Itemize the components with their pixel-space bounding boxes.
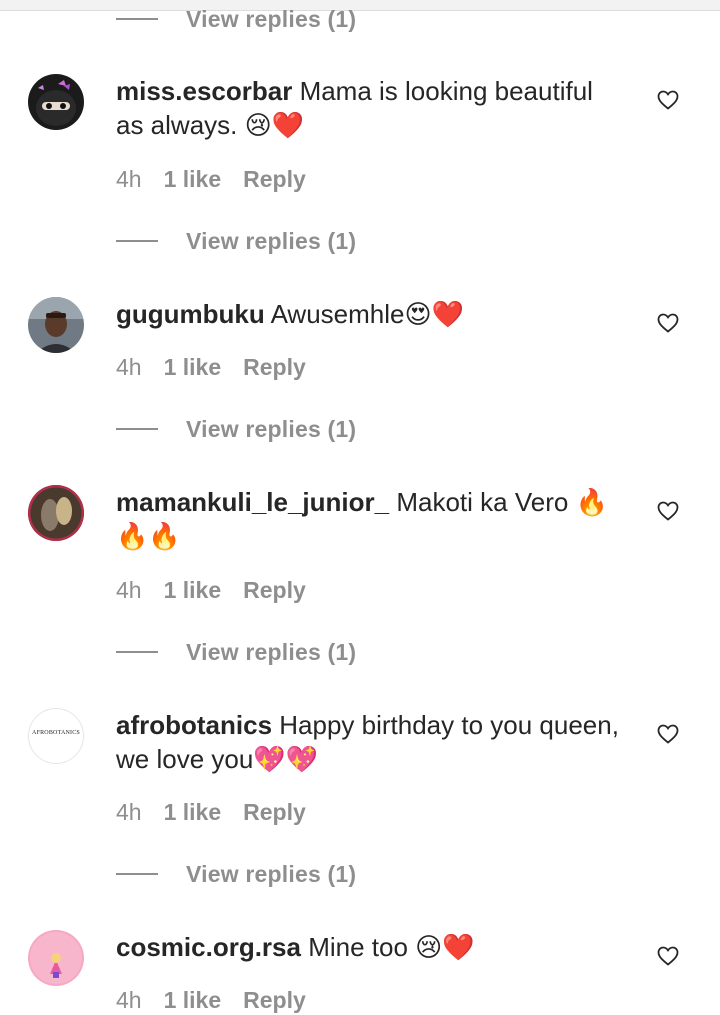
comment-meta: 4h 1 like Reply (116, 575, 306, 605)
comment-body: Mine too 😢❤️ (308, 932, 475, 962)
comment-text: afrobotanics Happy birthday to you queen… (116, 708, 626, 776)
heart-outline-icon[interactable] (656, 88, 680, 112)
avatar[interactable] (28, 930, 84, 986)
comment-text: mamankuli_le_junior_ Makoti ka Vero 🔥🔥🔥 (116, 485, 626, 553)
comment-likes[interactable]: 1 like (164, 166, 222, 193)
comment-time: 4h (116, 165, 142, 192)
avatar[interactable] (28, 485, 84, 541)
divider-line (116, 651, 158, 653)
comment-username[interactable]: miss.escorbar (116, 76, 292, 106)
view-replies-toggle[interactable]: View replies (1) (116, 4, 356, 34)
reply-button[interactable]: Reply (243, 577, 306, 604)
comment-username[interactable]: gugumbuku (116, 299, 265, 329)
comment-meta: 4h 1 like Reply (116, 164, 306, 194)
top-status-edge (0, 0, 720, 11)
view-replies-label: View replies (1) (186, 227, 357, 254)
view-replies-toggle[interactable]: View replies (1) (116, 859, 356, 889)
comment-text: cosmic.org.rsa Mine too 😢❤️ (116, 930, 626, 964)
comment-username[interactable]: mamankuli_le_junior_ (116, 487, 389, 517)
view-replies-label: View replies (1) (186, 860, 357, 887)
comment-meta: 4h 1 like Reply (116, 985, 306, 1015)
reply-button[interactable]: Reply (243, 166, 306, 193)
reply-button[interactable]: Reply (243, 354, 306, 381)
reply-button[interactable]: Reply (243, 987, 306, 1014)
heart-outline-icon[interactable] (656, 722, 680, 746)
view-replies-toggle[interactable]: View replies (1) (116, 414, 356, 444)
heart-outline-icon[interactable] (656, 944, 680, 968)
comment-time: 4h (116, 986, 142, 1013)
comment-body: Awusemhle😍❤️ (270, 299, 464, 329)
comment-meta: 4h 1 like Reply (116, 797, 306, 827)
avatar-logo-text: AFROBOTANICS (32, 730, 80, 736)
comment-text: miss.escorbar Mama is looking beautiful … (116, 74, 626, 142)
divider-line (116, 240, 158, 242)
avatar[interactable] (28, 74, 84, 130)
avatar[interactable] (28, 297, 84, 353)
divider-line (116, 428, 158, 430)
comment-username[interactable]: afrobotanics (116, 710, 272, 740)
view-replies-label: View replies (1) (186, 638, 357, 665)
comment-time: 4h (116, 576, 142, 603)
comment-likes[interactable]: 1 like (164, 987, 222, 1014)
divider-line (116, 873, 158, 875)
comment-likes[interactable]: 1 like (164, 354, 222, 381)
comment-time: 4h (116, 353, 142, 380)
divider-line (116, 18, 158, 20)
view-replies-toggle[interactable]: View replies (1) (116, 226, 356, 256)
comment-likes[interactable]: 1 like (164, 799, 222, 826)
heart-outline-icon[interactable] (656, 499, 680, 523)
reply-button[interactable]: Reply (243, 799, 306, 826)
comment-likes[interactable]: 1 like (164, 577, 222, 604)
comment-text: gugumbuku Awusemhle😍❤️ (116, 297, 626, 331)
heart-outline-icon[interactable] (656, 311, 680, 335)
view-replies-label: View replies (1) (186, 415, 357, 442)
comment-username[interactable]: cosmic.org.rsa (116, 932, 301, 962)
view-replies-toggle[interactable]: View replies (1) (116, 637, 356, 667)
avatar[interactable]: AFROBOTANICS (28, 708, 84, 764)
view-replies-label: View replies (1) (186, 5, 357, 32)
comment-meta: 4h 1 like Reply (116, 352, 306, 382)
comment-time: 4h (116, 798, 142, 825)
